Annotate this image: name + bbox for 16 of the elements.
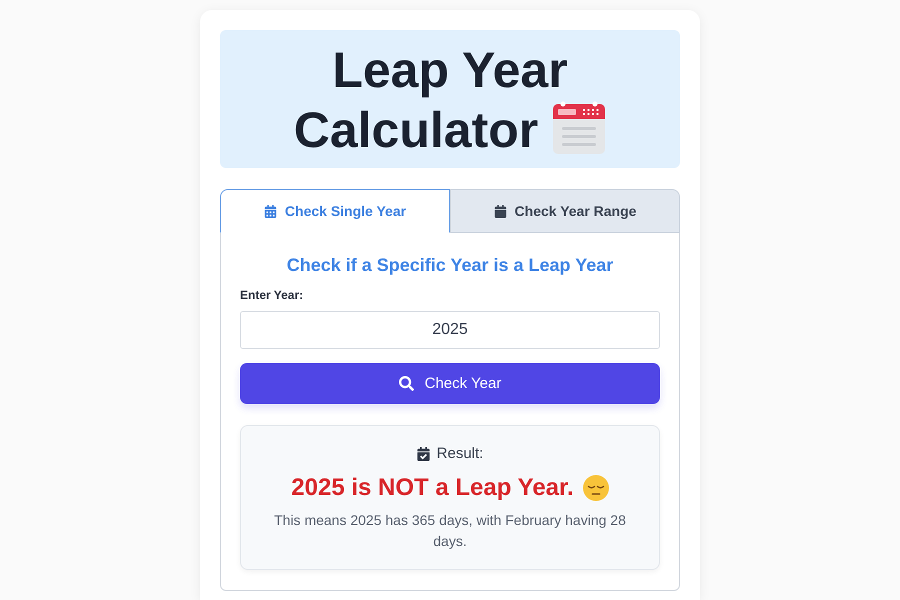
sad-face-icon	[582, 475, 609, 501]
calendar-check-icon	[416, 447, 430, 461]
tab[interactable]: Check Single Year	[220, 189, 450, 233]
search-icon	[398, 376, 414, 391]
result-label: Result:	[436, 444, 484, 464]
calendar-icon	[552, 101, 606, 155]
calendar-icon	[494, 204, 507, 218]
explanation-text: This means 2025 has 365 days, with February having 28 days.	[273, 511, 627, 551]
app-title: Leap Year Calculator	[294, 42, 568, 158]
field-label: Enter Year:	[240, 287, 304, 303]
tab[interactable]: Check Year Range	[450, 189, 680, 233]
calendar-grid-icon	[264, 204, 277, 218]
check-year-button[interactable]: Check Year	[240, 363, 660, 404]
verdict-text: 2025 is NOT a Leap Year.	[291, 474, 574, 502]
year-input[interactable]: 2025	[240, 311, 660, 349]
section-heading: Check if a Specific Year is a Leap Year	[286, 254, 614, 277]
